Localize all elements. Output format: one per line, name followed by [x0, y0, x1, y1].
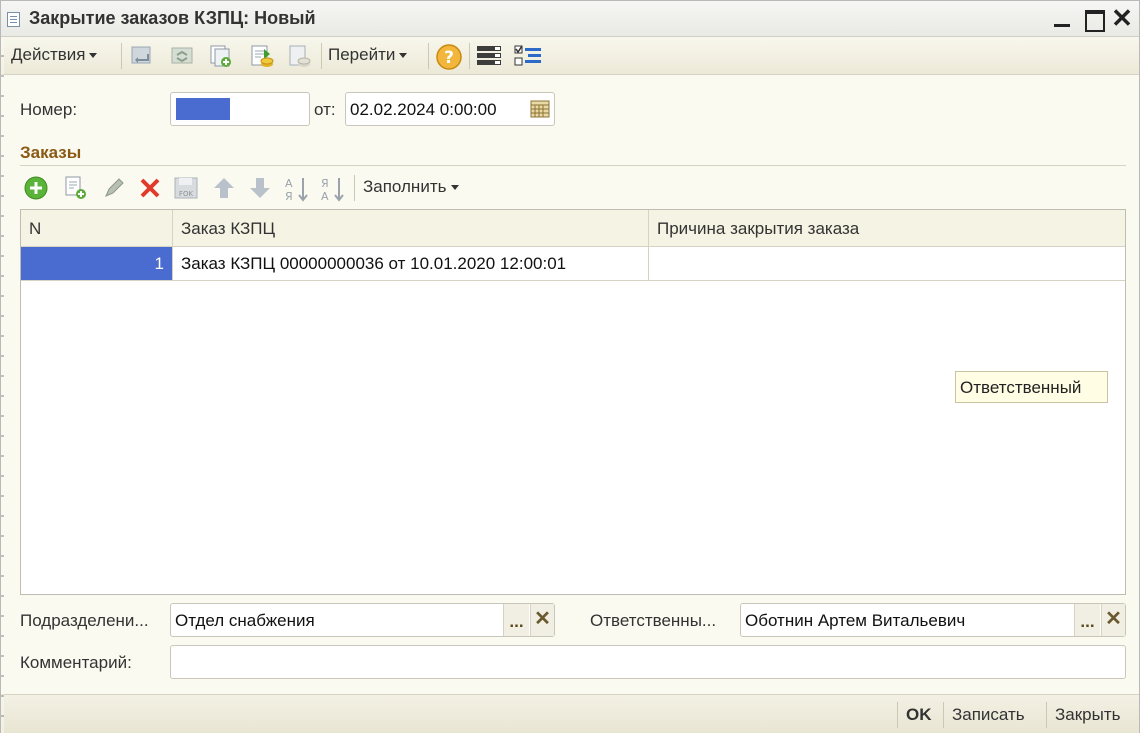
- orders-toolbar: FOK АЯ ЯА Заполнить: [23, 173, 503, 203]
- department-clear-button[interactable]: ✕: [530, 604, 554, 636]
- goto-menu-label: Перейти: [328, 45, 396, 64]
- svg-text:А: А: [321, 190, 329, 203]
- reason-cell[interactable]: [649, 247, 1125, 281]
- column-header-order[interactable]: Заказ КЗПЦ: [173, 210, 649, 247]
- svg-text:FOK: FOK: [179, 190, 194, 198]
- toolbar-separator: [469, 43, 470, 69]
- responsible-value: Оботнин Артем Витальевич: [745, 611, 966, 630]
- svg-text:А: А: [285, 177, 293, 190]
- department-label: Подразделени...: [20, 611, 149, 630]
- help-icon[interactable]: ?: [435, 43, 462, 70]
- date-label: от:: [314, 100, 336, 119]
- button-separator: [1046, 702, 1047, 728]
- maximize-button[interactable]: [1082, 7, 1106, 32]
- column-header-reason[interactable]: Причина закрытия заказа: [649, 210, 1125, 247]
- document-window: Закрытие заказов КЗПЦ: Новый ✕ Действия …: [0, 0, 1140, 733]
- svg-text:Я: Я: [285, 190, 293, 203]
- close-window-button[interactable]: ✕: [1110, 5, 1134, 31]
- responsible-select-button[interactable]: ...: [1074, 604, 1100, 636]
- number-selection-highlight: [176, 98, 230, 120]
- responsible-field[interactable]: Оботнин Артем Витальевич ... ✕: [740, 603, 1126, 637]
- actions-menu[interactable]: Действия: [11, 45, 98, 65]
- delete-row-icon[interactable]: [137, 175, 163, 201]
- goto-menu[interactable]: Перейти: [328, 45, 408, 65]
- toolbar-separator: [428, 43, 429, 69]
- date-value: 02.02.2024 0:00:00: [350, 100, 497, 119]
- comment-field[interactable]: [170, 645, 1126, 679]
- actions-menu-label: Действия: [11, 45, 86, 64]
- orders-section-title: Заказы: [20, 143, 82, 162]
- minimize-button[interactable]: [1051, 7, 1075, 31]
- toolbar-separator: [354, 175, 355, 201]
- ok-button[interactable]: OK: [906, 705, 932, 725]
- button-separator: [943, 702, 944, 728]
- chevron-down-icon: [399, 53, 408, 59]
- chevron-down-icon: [89, 53, 98, 59]
- settings-list-icon[interactable]: [513, 43, 541, 69]
- fill-menu-label: Заполнить: [363, 177, 447, 196]
- close-button[interactable]: Закрыть: [1055, 705, 1120, 725]
- svg-text:Я: Я: [321, 177, 329, 190]
- unpost-document-icon[interactable]: [287, 43, 313, 69]
- section-divider: [20, 165, 1126, 166]
- chevron-down-icon: [451, 185, 460, 191]
- main-toolbar: Действия Перейти ?: [1, 37, 1139, 75]
- responsible-label: Ответственны...: [590, 611, 717, 630]
- sort-descending-icon[interactable]: ЯА: [319, 175, 347, 203]
- post-document-icon[interactable]: [249, 43, 275, 69]
- move-down-icon[interactable]: [247, 175, 273, 201]
- move-up-icon[interactable]: [211, 175, 237, 201]
- fill-menu[interactable]: Заполнить: [363, 177, 460, 197]
- toolbar-separator: [321, 43, 322, 69]
- order-cell[interactable]: Заказ КЗПЦ 00000000036 от 10.01.2020 12:…: [173, 247, 649, 281]
- save-button[interactable]: Записать: [952, 705, 1025, 725]
- svg-text:?: ?: [444, 48, 454, 68]
- end-edit-icon[interactable]: FOK: [173, 175, 199, 201]
- window-title: Закрытие заказов КЗПЦ: Новый: [29, 8, 316, 28]
- bottom-button-bar: OK Записать Закрыть: [1, 694, 1139, 733]
- toolbar-separator: [121, 43, 122, 69]
- copy-row-icon[interactable]: [63, 175, 89, 201]
- column-header-n[interactable]: N: [21, 210, 173, 247]
- number-field[interactable]: [170, 92, 310, 126]
- button-separator: [897, 702, 898, 728]
- copy-document-icon[interactable]: [208, 43, 234, 69]
- date-field[interactable]: 02.02.2024 0:00:00: [345, 92, 555, 126]
- refresh-icon[interactable]: [169, 43, 195, 69]
- title-bar: Закрытие заказов КЗПЦ: Новый ✕: [1, 1, 1139, 37]
- calendar-icon[interactable]: [530, 99, 550, 119]
- structure-icon[interactable]: [475, 43, 501, 69]
- department-value: Отдел снабжения: [175, 611, 315, 630]
- add-row-icon[interactable]: [23, 175, 49, 201]
- post-and-close-icon[interactable]: [129, 43, 155, 69]
- column-tooltip: Ответственный: [955, 371, 1108, 403]
- department-select-button[interactable]: ...: [503, 604, 529, 636]
- sort-ascending-icon[interactable]: АЯ: [283, 175, 311, 203]
- document-icon: [7, 12, 20, 27]
- number-label: Номер:: [20, 100, 78, 119]
- responsible-clear-button[interactable]: ✕: [1101, 604, 1125, 636]
- department-field[interactable]: Отдел снабжения ... ✕: [170, 603, 555, 637]
- comment-label: Комментарий:: [20, 653, 132, 672]
- row-number-cell[interactable]: 1: [21, 247, 173, 281]
- window-left-edge: [1, 37, 4, 733]
- edit-row-icon[interactable]: [101, 175, 127, 201]
